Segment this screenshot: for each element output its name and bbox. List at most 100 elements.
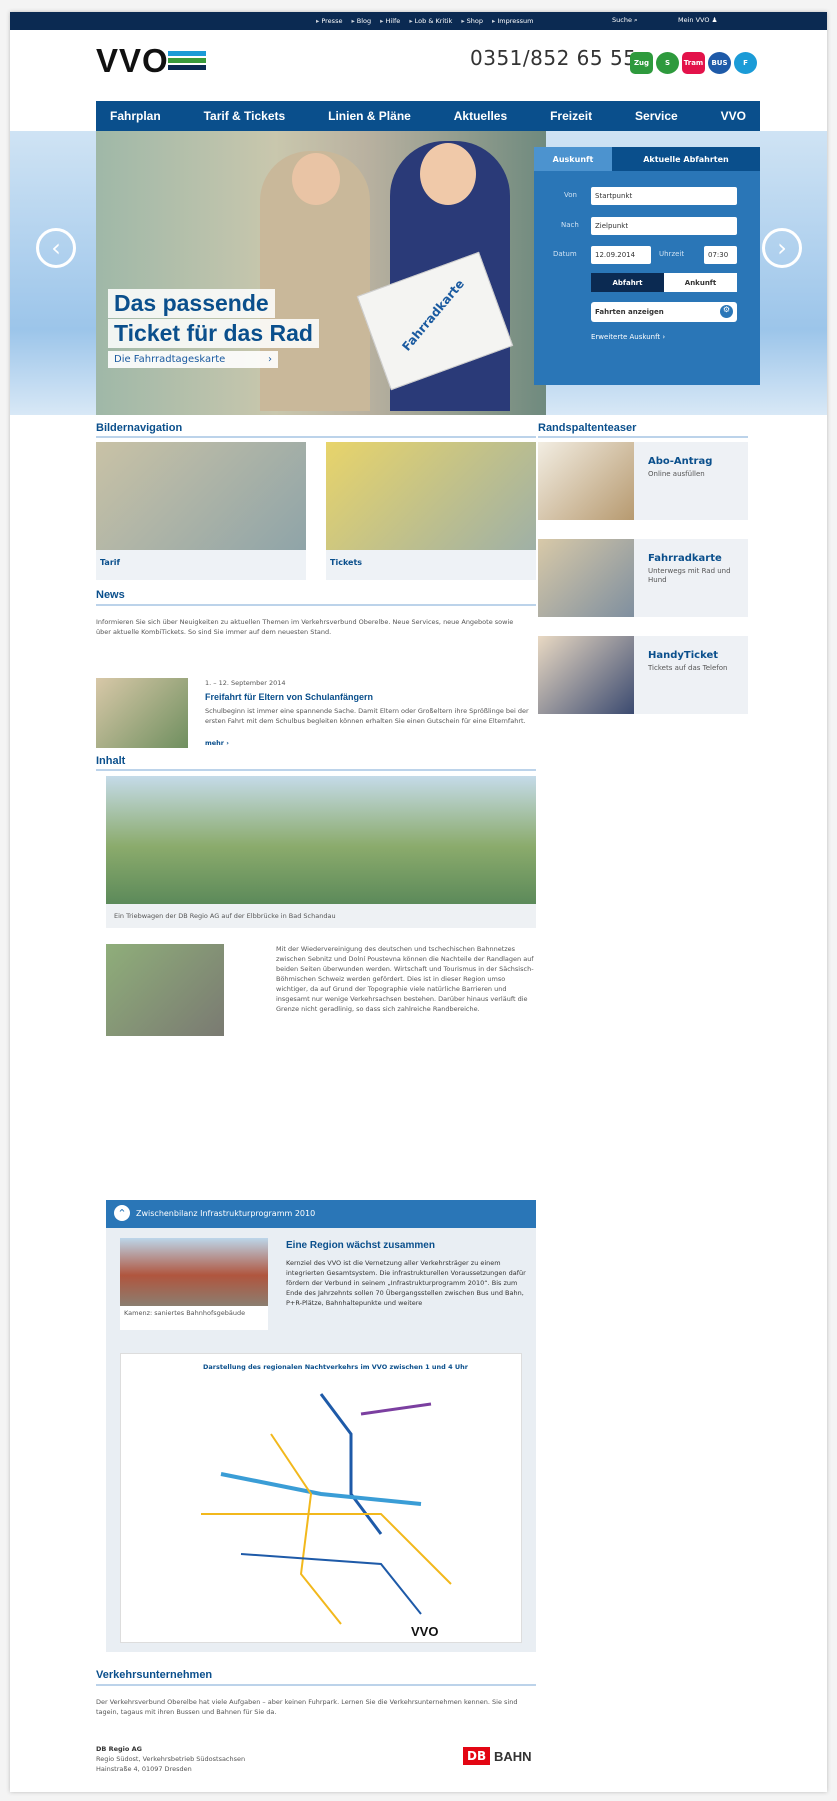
- nav-tarif[interactable]: Tarif & Tickets: [204, 109, 286, 123]
- site-frame: Presse Blog Hilfe Lob & Kritik Shop Impr…: [10, 12, 827, 1792]
- nav-linien[interactable]: Linien & Pläne: [328, 109, 411, 123]
- ankunft-button[interactable]: Ankunft: [664, 273, 737, 292]
- tram-icon[interactable]: Tram: [682, 52, 705, 74]
- night-network-map[interactable]: Darstellung des regionalen Nachtverkehrs…: [120, 1353, 522, 1643]
- tab-auskunft[interactable]: Auskunft: [534, 147, 612, 171]
- news-date: 1. – 12. September 2014: [205, 679, 286, 687]
- train-icon[interactable]: Zug: [630, 52, 653, 74]
- settings-icon: ⚙: [720, 305, 733, 318]
- tab-abfahrten[interactable]: Aktuelle Abfahrten: [612, 147, 760, 171]
- vvo-logo[interactable]: VVO: [96, 42, 169, 80]
- company-line-1: Regio Südost, Verkehrsbetrieb Südostsach…: [96, 1755, 246, 1763]
- top-link[interactable]: Impressum: [492, 17, 533, 25]
- slider-prev-icon[interactable]: ‹: [36, 228, 76, 268]
- hero-link[interactable]: Die Fahrradtageskarte ›: [108, 351, 278, 368]
- ferry-icon[interactable]: F: [734, 52, 757, 74]
- divider: [538, 436, 748, 438]
- abfahrt-button[interactable]: Abfahrt: [591, 273, 664, 292]
- user-icon: ♟: [711, 16, 718, 24]
- nav-aktuelles[interactable]: Aktuelles: [454, 109, 507, 123]
- news-image: [96, 678, 188, 748]
- hotline-phone: 0351/852 65 55: [470, 46, 637, 70]
- news-title[interactable]: Freifahrt für Eltern von Schulanfängern: [205, 692, 373, 702]
- hero-link-label: Die Fahrradtageskarte: [114, 354, 226, 365]
- tile-tarif[interactable]: Tarif: [96, 442, 306, 580]
- from-label: Von: [564, 191, 577, 199]
- logo-stripes-icon: [168, 51, 206, 71]
- map-vvo-logo: VVO: [411, 1624, 439, 1639]
- top-link[interactable]: Shop: [461, 17, 483, 25]
- db-logo-icon: DB: [463, 1747, 491, 1765]
- news-text: Schulbeginn ist immer eine spannende Sac…: [205, 707, 529, 725]
- mein-vvo-link[interactable]: Mein VVO ♟: [678, 16, 717, 24]
- divider: [96, 769, 536, 771]
- verkehr-heading: Verkehrsunternehmen: [96, 1669, 213, 1681]
- bus-icon[interactable]: BUS: [708, 52, 731, 74]
- teaser-abo[interactable]: Abo-Antrag Online ausfüllen: [538, 442, 748, 520]
- teaser-text: Online ausfüllen: [648, 470, 705, 478]
- teaser-image: [538, 636, 634, 714]
- info-toggle-bar[interactable]: Zwischenbilanz Infrastrukturprogramm 201…: [106, 1200, 536, 1228]
- departure-arrival-toggle: Abfahrt Ankunft: [591, 273, 737, 292]
- card-label: Fahrradkarte: [399, 276, 468, 354]
- tile-label: Tarif: [100, 558, 120, 567]
- time-input[interactable]: 07:30: [704, 246, 737, 264]
- show-trips-button[interactable]: Fahrten anzeigen ⚙: [591, 302, 737, 322]
- extended-search-link[interactable]: Erweiterte Auskunft ›: [591, 333, 665, 341]
- nav-vvo[interactable]: VVO: [721, 109, 746, 123]
- verkehr-text: Der Verkehrsverbund Oberelbe hat viele A…: [96, 1698, 518, 1716]
- time-label: Uhrzeit: [659, 250, 685, 258]
- kamenz-photo: [120, 1238, 268, 1306]
- extended-label: Erweiterte Auskunft: [591, 333, 661, 341]
- divider: [96, 604, 536, 606]
- teaser-text: Unterwegs mit Rad und Hund: [648, 567, 731, 584]
- divider: [96, 436, 536, 438]
- search-link[interactable]: Suche ⌕: [612, 16, 638, 25]
- bahn-wordmark: BAHN: [494, 1749, 532, 1764]
- photo-caption: Ein Triebwagen der DB Regio AG auf der E…: [106, 904, 536, 928]
- top-link[interactable]: Presse: [316, 17, 342, 25]
- sbahn-icon[interactable]: S: [656, 52, 679, 74]
- teaser-fahrradkarte[interactable]: Fahrradkarte Unterwegs mit Rad und Hund: [538, 539, 748, 617]
- randspalten-heading: Randspaltenteaser: [538, 422, 637, 434]
- to-input[interactable]: Zielpunkt: [591, 217, 737, 235]
- date-input[interactable]: 12.09.2014: [591, 246, 651, 264]
- teaser-title: HandyTicket: [648, 650, 719, 661]
- teaser-title: Abo-Antrag: [648, 456, 713, 467]
- from-input[interactable]: Startpunkt: [591, 187, 737, 205]
- railway-photo: [106, 944, 224, 1036]
- teaser-text: Tickets auf das Telefon: [648, 664, 728, 672]
- search-label: Suche: [612, 16, 632, 24]
- teaser-image: [538, 442, 634, 520]
- tile-tickets[interactable]: Tickets: [326, 442, 536, 580]
- top-link[interactable]: Blog: [351, 17, 371, 25]
- show-trips-label: Fahrten anzeigen: [595, 308, 664, 316]
- hero-woman-face: [420, 143, 476, 205]
- transport-modes: Zug S Tram BUS F: [630, 52, 757, 74]
- date-label: Datum: [553, 250, 577, 258]
- nav-fahrplan[interactable]: Fahrplan: [110, 109, 161, 123]
- news-intro: Informieren Sie sich über Neuigkeiten zu…: [96, 618, 514, 636]
- info-text: Kernziel des VVO ist die Vernetzung alle…: [286, 1259, 526, 1307]
- hero-title-2: Ticket für das Rad: [108, 319, 319, 348]
- network-lines: [201, 1393, 452, 1625]
- chevron-right-icon: ›: [268, 354, 272, 365]
- journey-planner: Auskunft Aktuelle Abfahrten Von Startpun…: [534, 147, 760, 385]
- tile-image: [96, 442, 306, 550]
- top-link[interactable]: Hilfe: [380, 17, 401, 25]
- top-link[interactable]: Lob & Kritik: [409, 17, 453, 25]
- more-label: mehr: [205, 739, 225, 747]
- main-nav: Fahrplan Tarif & Tickets Linien & Pläne …: [96, 101, 760, 131]
- news-more-link[interactable]: mehr ›: [205, 738, 229, 748]
- company-name[interactable]: DB Regio AG: [96, 1744, 142, 1754]
- nav-freizeit[interactable]: Freizeit: [550, 109, 592, 123]
- mein-vvo-label: Mein VVO: [678, 16, 710, 24]
- slider-next-icon[interactable]: ›: [762, 228, 802, 268]
- hero-man-face: [292, 153, 340, 205]
- inhalt-text: Mit der Wiedervereinigung des deutschen …: [276, 945, 534, 1013]
- tile-label: Tickets: [330, 558, 363, 567]
- info-title: Eine Region wächst zusammen: [286, 1240, 435, 1251]
- teaser-handyticket[interactable]: HandyTicket Tickets auf das Telefon: [538, 636, 748, 714]
- planner-tabs: Auskunft Aktuelle Abfahrten: [534, 147, 760, 171]
- nav-service[interactable]: Service: [635, 109, 678, 123]
